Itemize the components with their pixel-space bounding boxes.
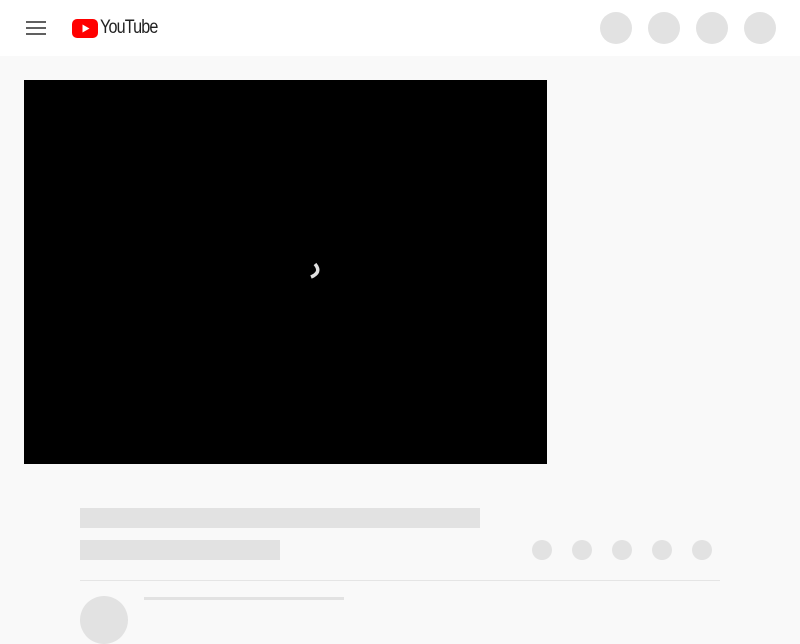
action-button-placeholder[interactable]	[692, 540, 712, 560]
video-title-placeholder	[80, 508, 480, 528]
channel-avatar-placeholder	[80, 596, 128, 644]
masthead-action-placeholder[interactable]	[600, 12, 632, 44]
hamburger-menu-icon	[26, 21, 46, 35]
metadata-divider	[80, 580, 720, 581]
masthead-action-placeholder[interactable]	[696, 12, 728, 44]
masthead-actions	[600, 12, 776, 44]
action-button-placeholder[interactable]	[532, 540, 552, 560]
youtube-play-icon	[72, 18, 98, 38]
masthead-action-placeholder[interactable]	[648, 12, 680, 44]
logo-wordmark: YouTube	[100, 17, 158, 38]
youtube-logo[interactable]: YouTube	[72, 17, 168, 39]
masthead: YouTube	[0, 0, 800, 56]
avatar-placeholder[interactable]	[744, 12, 776, 44]
video-info-placeholder	[80, 540, 280, 560]
video-actions-placeholder	[532, 540, 712, 560]
video-player[interactable]	[24, 80, 547, 464]
action-button-placeholder[interactable]	[572, 540, 592, 560]
action-button-placeholder[interactable]	[612, 540, 632, 560]
action-button-placeholder[interactable]	[652, 540, 672, 560]
guide-menu-button[interactable]	[20, 12, 52, 44]
loading-spinner-icon	[310, 262, 320, 279]
